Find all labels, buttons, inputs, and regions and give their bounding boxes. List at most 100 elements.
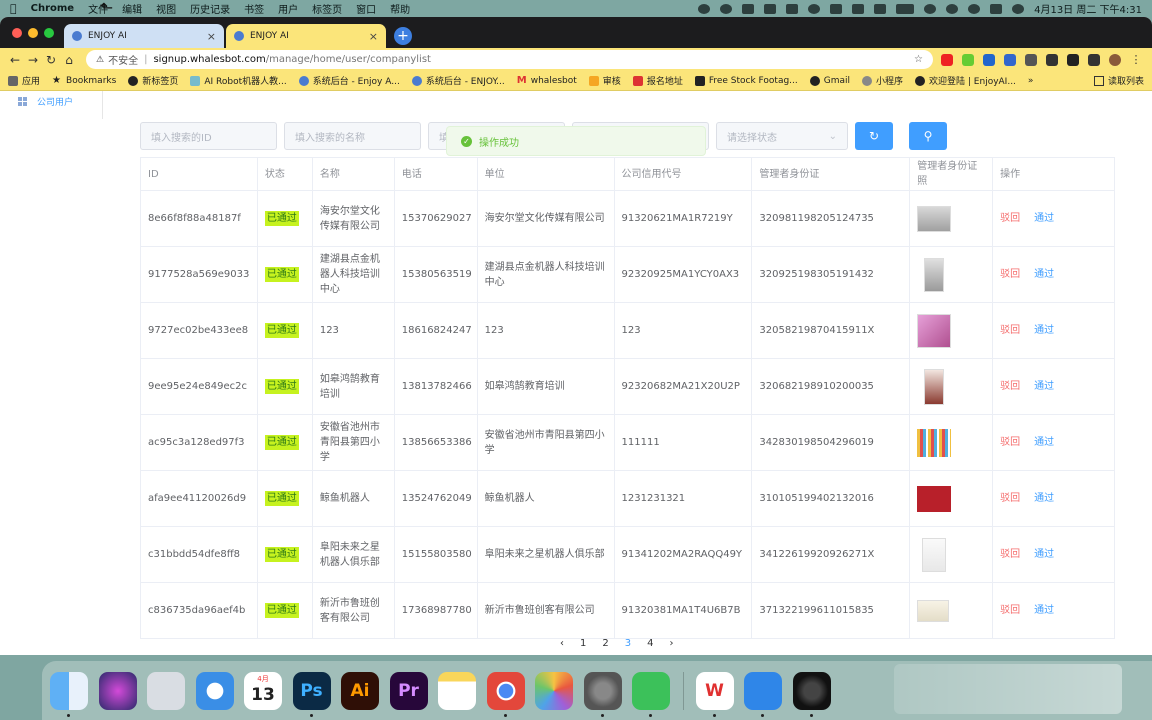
- bookmark-item[interactable]: Free Stock Footag...: [694, 75, 798, 86]
- bookmark-item[interactable]: ★ Bookmarks: [52, 75, 116, 86]
- menu-edit[interactable]: 编辑: [122, 1, 142, 16]
- approve-button[interactable]: 通过: [1034, 491, 1054, 506]
- calendar-icon[interactable]: 4月 13: [244, 671, 282, 710]
- extension-icon[interactable]: [1046, 53, 1058, 66]
- chrome-icon[interactable]: [486, 671, 525, 717]
- bookmarks-overflow-icon[interactable]: »: [1028, 76, 1034, 86]
- wps-icon[interactable]: W: [695, 671, 734, 717]
- battery-icon[interactable]: [896, 3, 915, 14]
- bookmark-item[interactable]: 小程序: [862, 74, 903, 87]
- bookmark-item[interactable]: 新标签页: [128, 74, 178, 87]
- extension-icon[interactable]: [1067, 53, 1079, 66]
- menu-help[interactable]: 帮助: [390, 1, 410, 16]
- photos-icon[interactable]: [535, 671, 573, 710]
- reject-button[interactable]: 驳回: [1000, 603, 1020, 618]
- status-select[interactable]: 请选择状态 ⌄: [716, 122, 848, 150]
- menu-view[interactable]: 视图: [156, 1, 176, 16]
- menu-app-name[interactable]: Chrome: [31, 3, 74, 14]
- next-page-icon[interactable]: ›: [670, 638, 674, 649]
- illustrator-icon[interactable]: Ai: [341, 671, 379, 710]
- bookmark-item[interactable]: Gmail: [809, 75, 850, 86]
- minimize-window-button[interactable]: [28, 28, 38, 38]
- volume-icon[interactable]: [874, 3, 887, 14]
- page-number[interactable]: 4: [647, 638, 653, 649]
- bookmark-item[interactable]: 审核: [588, 74, 621, 87]
- menu-window[interactable]: 窗口: [356, 1, 376, 16]
- reject-button[interactable]: 驳回: [1000, 547, 1020, 562]
- extension-icon[interactable]: [1025, 53, 1037, 66]
- approve-button[interactable]: 通过: [1034, 379, 1054, 394]
- close-window-button[interactable]: [12, 28, 22, 38]
- siri-icon[interactable]: [98, 671, 137, 710]
- menu-history[interactable]: 历史记录: [190, 1, 230, 16]
- safari-icon[interactable]: [195, 671, 234, 710]
- name-search-input[interactable]: 填入搜索的名称: [284, 122, 421, 150]
- wechat-icon[interactable]: [632, 671, 670, 717]
- pinterest-extension-icon[interactable]: [941, 53, 953, 66]
- bookmark-item[interactable]: 系统后台 - Enjoy A...: [298, 74, 400, 87]
- tab-close-icon[interactable]: ×: [207, 30, 216, 43]
- status-app-icon[interactable]: [808, 3, 821, 14]
- translate-extension-icon[interactable]: [1004, 53, 1016, 66]
- home-icon[interactable]: ⌂: [60, 53, 78, 67]
- reject-button[interactable]: 驳回: [1000, 379, 1020, 394]
- profile-avatar-icon[interactable]: [1109, 53, 1121, 66]
- approve-button[interactable]: 通过: [1034, 211, 1054, 226]
- browser-tab-active[interactable]: ENJOY AI ×: [226, 24, 386, 48]
- obs-icon[interactable]: [792, 671, 831, 717]
- approve-button[interactable]: 通过: [1034, 323, 1054, 338]
- browser-tab[interactable]: ENJOY AI ×: [64, 24, 224, 48]
- prev-page-icon[interactable]: ‹: [560, 638, 564, 649]
- system-preferences-icon[interactable]: [583, 671, 622, 717]
- puzzle-icon[interactable]: [1088, 53, 1100, 66]
- finder-icon[interactable]: [50, 671, 88, 717]
- status-app-icon[interactable]: [830, 3, 843, 14]
- spotlight-icon[interactable]: [968, 3, 981, 14]
- wps-status-icon[interactable]: [786, 3, 799, 14]
- premiere-icon[interactable]: Pr: [389, 671, 428, 710]
- approve-button[interactable]: 通过: [1034, 603, 1054, 618]
- bookmark-apps[interactable]: 应用: [8, 74, 40, 87]
- reload-icon[interactable]: ↻: [42, 53, 60, 67]
- id-photo-thumbnail[interactable]: [917, 599, 950, 622]
- tab-close-icon[interactable]: ×: [369, 30, 378, 43]
- refresh-button[interactable]: ↻: [855, 122, 893, 150]
- approve-button[interactable]: 通过: [1034, 267, 1054, 282]
- more-menu-icon[interactable]: ⋮: [1130, 53, 1142, 66]
- id-photo-thumbnail[interactable]: [917, 485, 952, 512]
- menu-user[interactable]: 用户: [278, 1, 298, 16]
- user-switch-icon[interactable]: [946, 3, 959, 14]
- photoshop-icon[interactable]: Ps: [292, 671, 331, 717]
- warning-icon[interactable]: ⚠: [96, 55, 104, 65]
- reject-button[interactable]: 驳回: [1000, 491, 1020, 506]
- address-bar[interactable]: ⚠ 不安全 | signup.whalesbot.com /manage/hom…: [86, 50, 933, 69]
- reject-button[interactable]: 驳回: [1000, 323, 1020, 338]
- id-photo-thumbnail[interactable]: [922, 537, 947, 572]
- sidebar-item-company-users[interactable]: 公司用户: [18, 95, 73, 108]
- downloads-stack[interactable]: [894, 664, 1122, 714]
- back-icon[interactable]: ←: [6, 53, 24, 67]
- feishu-icon[interactable]: [744, 671, 782, 717]
- id-photo-thumbnail[interactable]: [917, 428, 952, 457]
- approve-button[interactable]: 通过: [1034, 435, 1054, 450]
- reject-button[interactable]: 驳回: [1000, 435, 1020, 450]
- bookmark-item[interactable]: 系统后台 - ENJOY...: [411, 74, 505, 87]
- id-search-input[interactable]: 填入搜索的ID: [140, 122, 277, 150]
- id-photo-thumbnail[interactable]: [917, 313, 952, 348]
- reading-list[interactable]: 读取列表: [1093, 74, 1144, 87]
- menu-bookmarks[interactable]: 书签: [244, 1, 264, 16]
- bookmark-item[interactable]: AI Robot机器人教...: [190, 74, 287, 87]
- bookmark-item[interactable]: Mwhalesbot: [517, 75, 577, 86]
- status-app-icon[interactable]: [742, 3, 755, 14]
- extension-icon[interactable]: [983, 53, 995, 66]
- apple-menu-icon[interactable]: : [10, 2, 17, 15]
- id-photo-thumbnail[interactable]: [924, 368, 945, 405]
- id-photo-thumbnail[interactable]: [917, 205, 952, 232]
- extension-icon[interactable]: [962, 53, 974, 66]
- wifi-icon[interactable]: [924, 3, 937, 14]
- page-number[interactable]: 2: [602, 638, 608, 649]
- reject-button[interactable]: 驳回: [1000, 267, 1020, 282]
- bookmark-item[interactable]: 欢迎登陆 | EnjoyAI...: [915, 74, 1016, 87]
- status-app-icon[interactable]: [852, 3, 865, 14]
- id-photo-thumbnail[interactable]: [924, 257, 945, 292]
